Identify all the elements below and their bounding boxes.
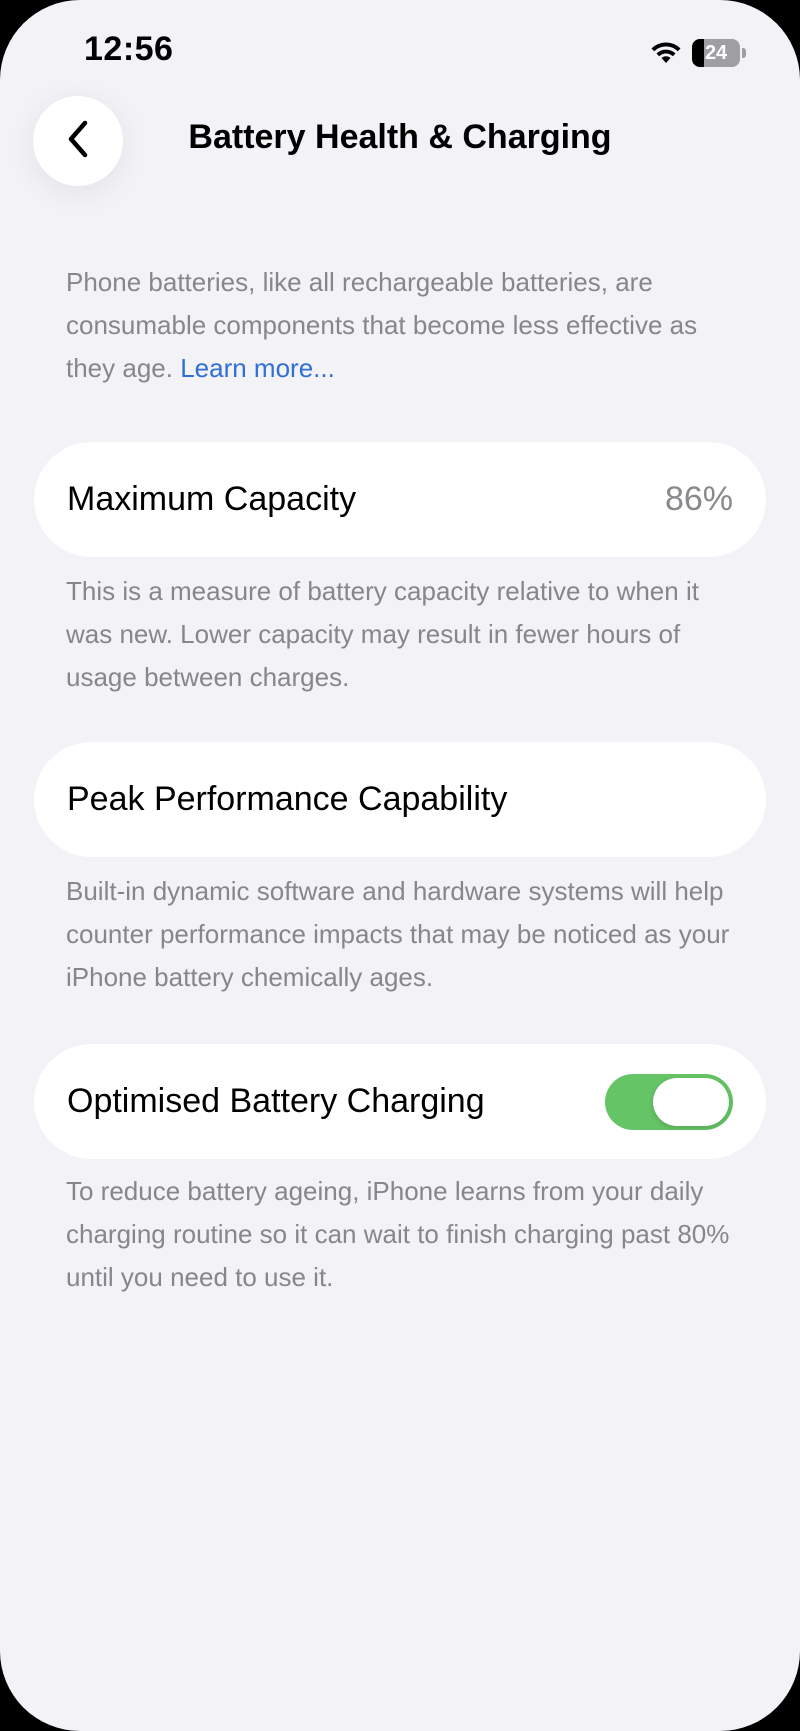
peak-performance-row[interactable]: Peak Performance Capability	[34, 742, 766, 857]
page-title: Battery Health & Charging	[188, 118, 612, 156]
status-icons: 24	[650, 38, 746, 68]
chevron-left-icon	[64, 119, 92, 164]
intro-text: Phone batteries, like all rechargeable b…	[66, 267, 698, 383]
maximum-capacity-label: Maximum Capacity	[67, 480, 357, 518]
peak-performance-description: Built-in dynamic software and hardware s…	[66, 876, 730, 992]
battery-icon: 24	[692, 39, 746, 67]
settings-screen: 12:56 24 Battery Health & Charging Phone…	[0, 0, 800, 1731]
optimised-charging-toggle[interactable]	[605, 1073, 733, 1130]
toggle-knob	[653, 1077, 729, 1126]
battery-body: 24	[692, 39, 741, 67]
battery-level: 24	[704, 41, 728, 64]
maximum-capacity-row: Maximum Capacity 86%	[34, 442, 766, 557]
optimised-charging-description: To reduce battery ageing, iPhone learns …	[66, 1176, 730, 1292]
peak-performance-label: Peak Performance Capability	[67, 780, 508, 818]
optimised-charging-label: Optimised Battery Charging	[67, 1082, 485, 1120]
learn-more-link[interactable]: Learn more...	[180, 353, 335, 383]
status-time: 12:56	[84, 30, 174, 68]
maximum-capacity-value: 86%	[664, 480, 733, 518]
maximum-capacity-description: This is a measure of battery capacity re…	[66, 576, 699, 692]
optimised-charging-row: Optimised Battery Charging	[34, 1044, 766, 1159]
wifi-icon	[650, 41, 682, 65]
intro-description: Phone batteries, like all rechargeable b…	[66, 261, 746, 390]
battery-tip	[742, 48, 746, 58]
